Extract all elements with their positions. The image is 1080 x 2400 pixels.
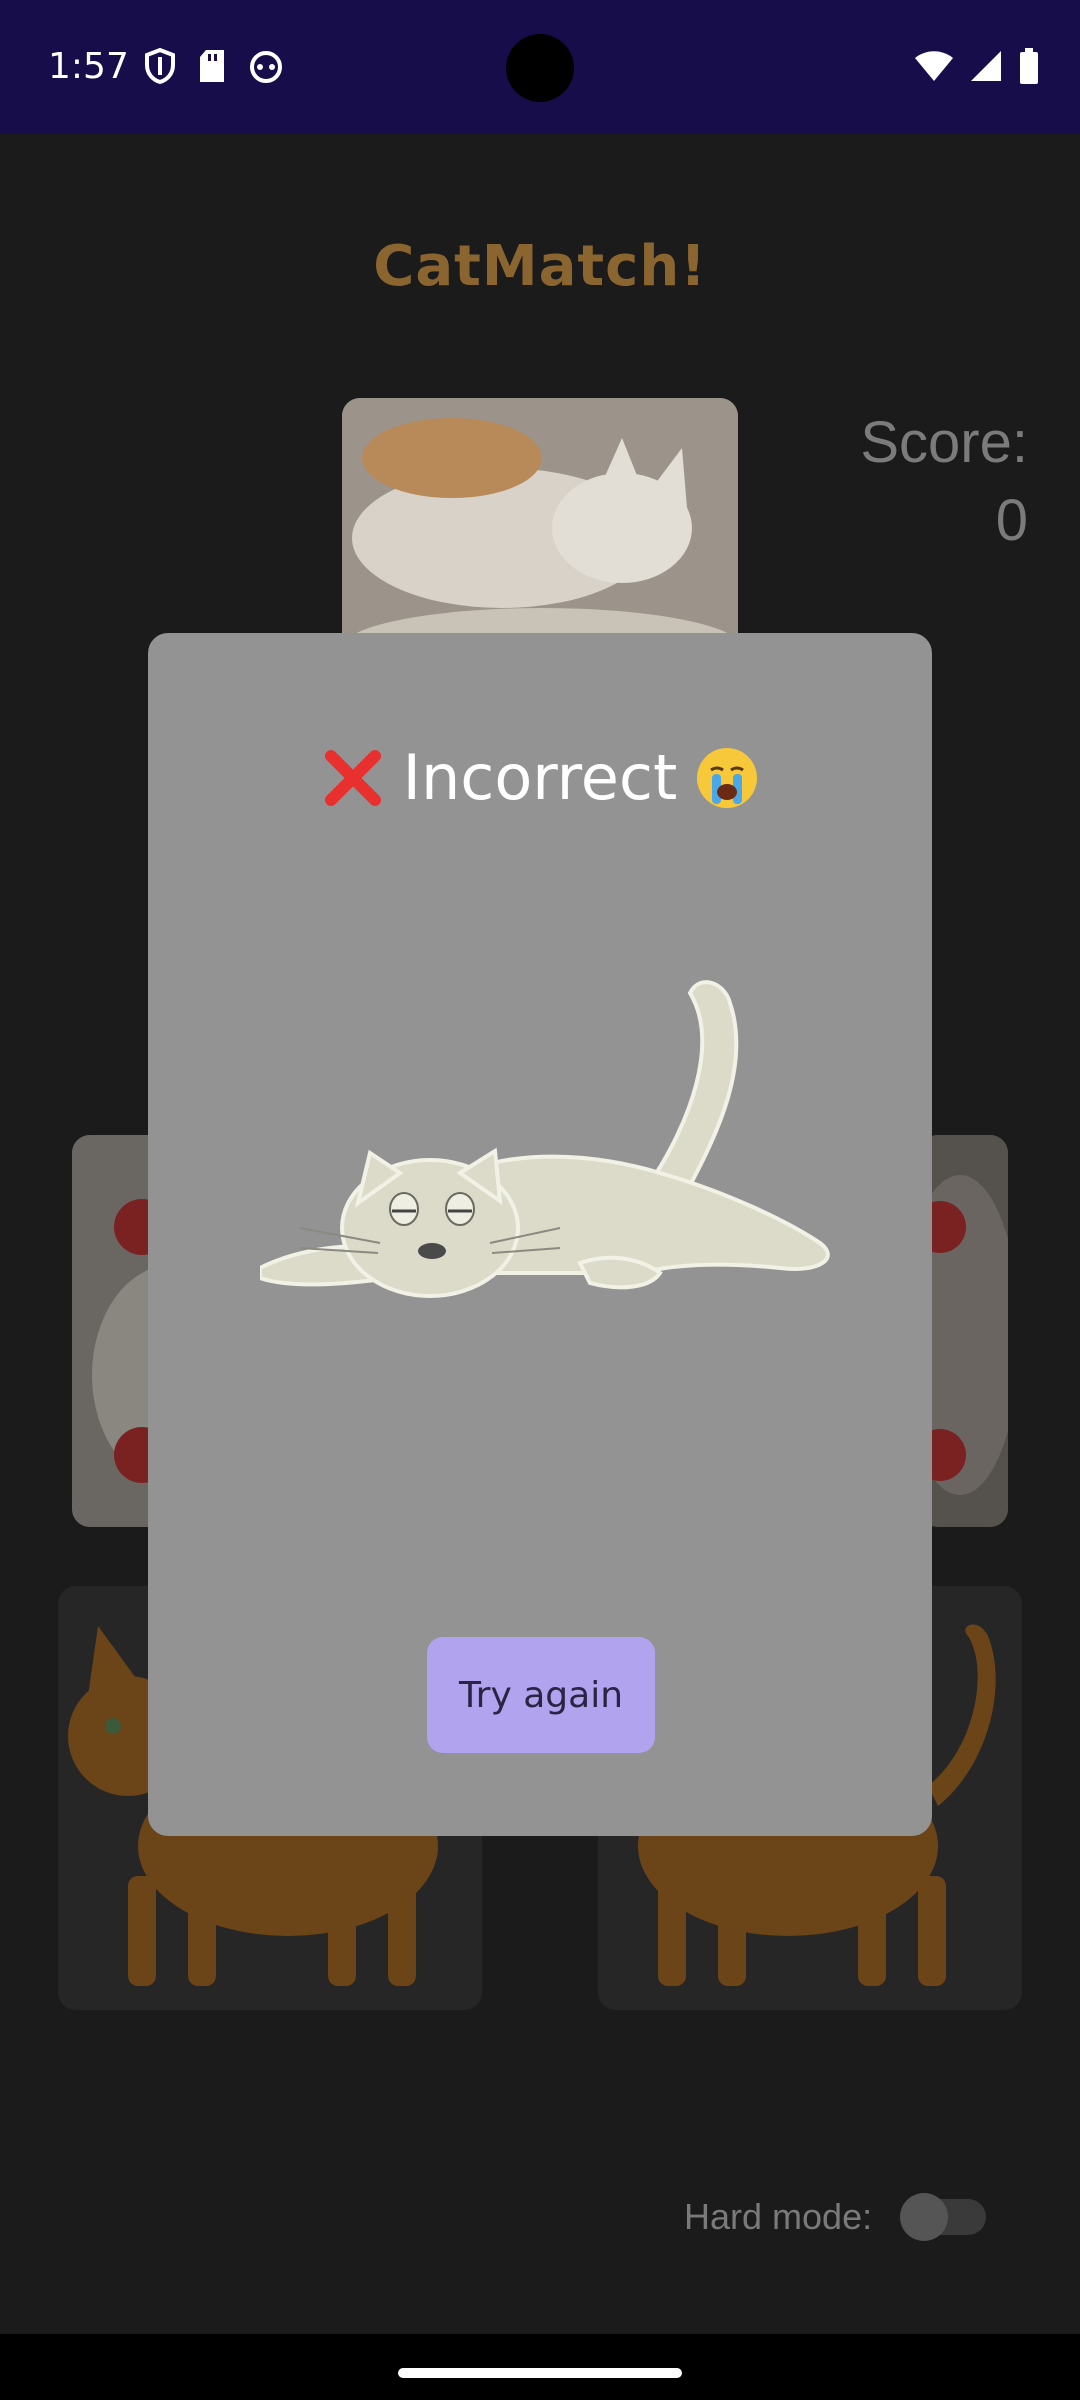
cat-photo-right [920, 1135, 1008, 1527]
score-value: 0 [995, 488, 1028, 553]
signal-icon [971, 51, 1001, 81]
home-gesture-handle[interactable] [398, 2368, 682, 2378]
hard-mode-row: Hard mode: [684, 2193, 987, 2241]
app-title: CatMatch! [373, 234, 707, 299]
sad-cat-illustration [260, 980, 830, 1298]
shield-icon [145, 48, 175, 84]
hard-mode-label: Hard mode: [684, 2196, 873, 2237]
wifi-icon [915, 51, 953, 81]
crying-face-icon [697, 747, 758, 808]
hard-mode-toggle[interactable] [900, 2193, 987, 2241]
battery-icon [1020, 48, 1038, 84]
toggle-thumb [900, 2193, 949, 2241]
try-again-button[interactable]: Try again [427, 1637, 655, 1753]
dialog-title-row: Incorrect [148, 741, 932, 814]
incorrect-dialog: Incorrect Try again [148, 633, 932, 1836]
red-x-icon [324, 749, 381, 806]
navigation-bar [0, 2334, 1080, 2400]
score-display: Score: 0 [860, 404, 1028, 560]
score-label: Score: [860, 410, 1028, 475]
dialog-title: Incorrect [402, 741, 678, 814]
status-time: 1:57 [48, 46, 129, 87]
camera-cutout [506, 34, 574, 102]
cat-photo-card-right[interactable] [920, 1135, 1008, 1527]
status-bar: 1:57 [0, 0, 1080, 134]
cat-face-icon [250, 51, 282, 83]
sd-card-icon [200, 50, 224, 82]
